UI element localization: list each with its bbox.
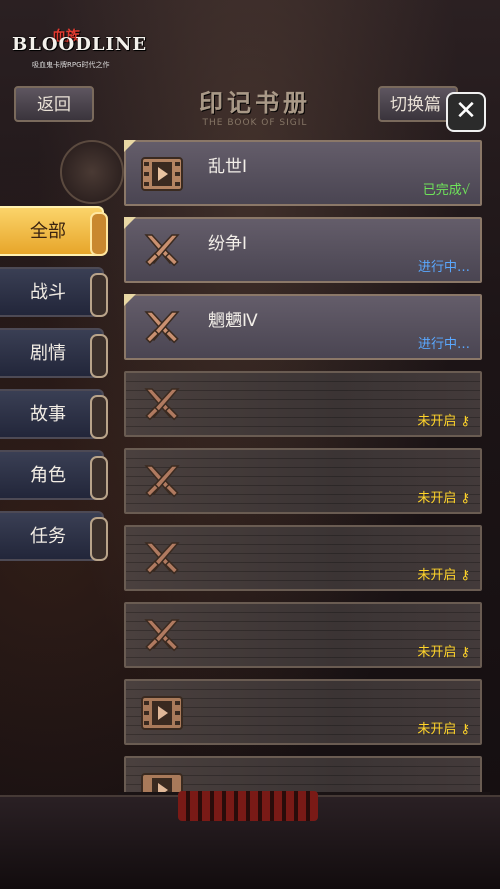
list-item[interactable]: 未开启 ⚷ bbox=[124, 679, 482, 745]
back-button[interactable]: 返回 bbox=[14, 86, 94, 122]
status-badge: 未开启 ⚷ bbox=[417, 487, 470, 506]
tab-label: 故事 bbox=[30, 404, 66, 425]
status-badge: 已完成√ bbox=[422, 183, 470, 198]
list-item[interactable]: 魍魉Ⅳ 进行中… bbox=[124, 294, 482, 360]
scroll-ornament-icon bbox=[90, 517, 108, 561]
crossed-swords-icon bbox=[144, 234, 180, 267]
scroll-ornament-icon bbox=[90, 334, 108, 378]
status-badge: 未开启 ⚷ bbox=[417, 564, 470, 583]
tab-label: 剧情 bbox=[30, 343, 66, 364]
crossed-swords-icon bbox=[144, 619, 180, 652]
crossed-swords-icon bbox=[144, 465, 180, 498]
logo-main-text: BLOODLINE bbox=[12, 34, 148, 55]
tab-character[interactable]: 角色 bbox=[0, 450, 108, 500]
status-text: 未开启 bbox=[417, 568, 457, 583]
status-badge: 进行中… bbox=[417, 260, 470, 275]
scroll-ornament-icon bbox=[90, 212, 108, 256]
tab-label: 全部 bbox=[30, 221, 66, 242]
page-title: 印记书册 bbox=[199, 88, 311, 117]
crossed-swords-icon bbox=[144, 388, 180, 421]
tab-all[interactable]: 全部 bbox=[0, 206, 108, 256]
status-badge: 未开启 ⚷ bbox=[417, 410, 470, 429]
crossed-swords-icon bbox=[144, 542, 180, 575]
tab-label: 任务 bbox=[30, 526, 66, 547]
tab-story[interactable]: 故事 bbox=[0, 389, 108, 439]
status-badge: 未开启 ⚷ bbox=[417, 718, 470, 737]
bottom-ornament bbox=[178, 791, 318, 821]
lock-key-icon: ⚷ bbox=[460, 722, 470, 737]
title-banner: 印记书册 THE BOOK OF SIGIL bbox=[150, 84, 360, 128]
game-logo: 血族 BLOODLINE 吸血鬼卡牌RPG时代之作 bbox=[8, 26, 146, 72]
status-text: 未开启 bbox=[417, 645, 457, 660]
status-badge: 未开启 ⚷ bbox=[417, 641, 470, 660]
close-button[interactable]: ✕ bbox=[446, 92, 486, 132]
corner-marker bbox=[124, 294, 136, 306]
corner-marker bbox=[124, 140, 136, 152]
list-item[interactable]: 未开启 ⚷ bbox=[124, 525, 482, 591]
lock-key-icon: ⚷ bbox=[460, 414, 470, 429]
lock-key-icon: ⚷ bbox=[460, 491, 470, 506]
tab-quest[interactable]: 任务 bbox=[0, 511, 108, 561]
status-text: 未开启 bbox=[417, 491, 457, 506]
tab-label: 角色 bbox=[30, 465, 66, 486]
tab-plot[interactable]: 剧情 bbox=[0, 328, 108, 378]
scroll-ornament-icon bbox=[90, 273, 108, 317]
entry-name: 乱世Ⅰ bbox=[208, 157, 248, 177]
list-item[interactable]: 未开启 ⚷ bbox=[124, 371, 482, 437]
background-ornament bbox=[60, 140, 124, 204]
status-text: 未开启 bbox=[417, 722, 457, 737]
bottom-frame bbox=[0, 791, 500, 889]
sigil-list: 乱世Ⅰ 已完成√ 纷争Ⅰ 进行中… 魍魉Ⅳ 进行中… 未开启 ⚷ 未开启 ⚷ 未… bbox=[124, 140, 482, 833]
list-item[interactable]: 乱世Ⅰ 已完成√ bbox=[124, 140, 482, 206]
list-item[interactable]: 未开启 ⚷ bbox=[124, 602, 482, 668]
scroll-ornament-icon bbox=[90, 395, 108, 439]
film-icon bbox=[141, 696, 183, 730]
lock-key-icon: ⚷ bbox=[460, 645, 470, 660]
entry-name: 魍魉Ⅳ bbox=[208, 311, 258, 331]
page-subtitle: THE BOOK OF SIGIL bbox=[202, 117, 308, 128]
entry-name: 纷争Ⅰ bbox=[208, 234, 248, 254]
list-item[interactable]: 未开启 ⚷ bbox=[124, 448, 482, 514]
film-icon bbox=[141, 157, 183, 191]
logo-subtitle: 吸血鬼卡牌RPG时代之作 bbox=[32, 61, 110, 69]
scroll-ornament-icon bbox=[90, 456, 108, 500]
category-tabs: 全部 战斗 剧情 故事 角色 任务 bbox=[0, 206, 108, 572]
status-badge: 进行中… bbox=[417, 337, 470, 352]
corner-marker bbox=[124, 217, 136, 229]
list-item[interactable]: 纷争Ⅰ 进行中… bbox=[124, 217, 482, 283]
tab-battle[interactable]: 战斗 bbox=[0, 267, 108, 317]
lock-key-icon: ⚷ bbox=[460, 568, 470, 583]
tab-label: 战斗 bbox=[30, 282, 66, 303]
status-text: 未开启 bbox=[417, 414, 457, 429]
crossed-swords-icon bbox=[144, 311, 180, 344]
